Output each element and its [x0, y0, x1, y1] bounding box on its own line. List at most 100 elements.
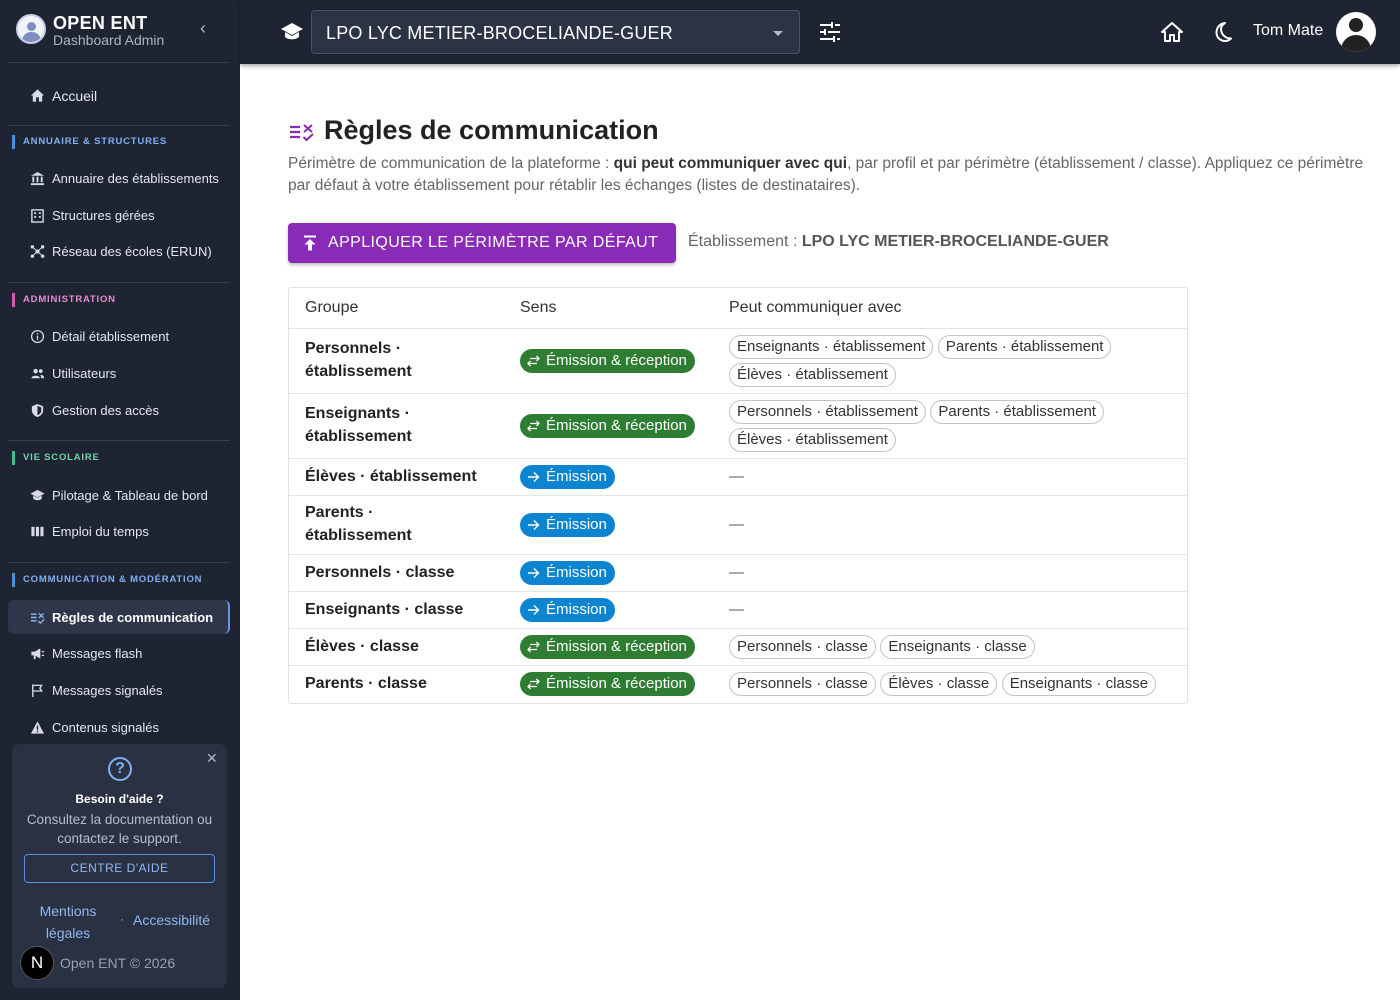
sidebar-item-pilotage[interactable]: Pilotage & Tableau de bord: [8, 478, 230, 512]
sens-badge: Émission: [520, 561, 615, 585]
collapse-sidebar-chevron-icon[interactable]: ‹: [200, 18, 214, 38]
help-text: Consultez la documentation ou contactez …: [26, 812, 213, 846]
sidebar-item-label: Réseau des écoles (ERUN): [52, 244, 212, 259]
arrow-right-icon: [528, 520, 540, 530]
calendar-icon: [31, 526, 44, 537]
divider: [8, 282, 230, 283]
flag-icon: [32, 684, 43, 698]
sidebar-item-label: Contenus signalés: [52, 720, 159, 735]
target-chip: Enseignants · établissement: [729, 335, 934, 359]
help-icon: ?: [108, 757, 132, 781]
target-chip: Parents · établissement: [937, 335, 1112, 359]
network-icon: [30, 245, 45, 258]
row-group: Parents · établissement: [305, 504, 412, 544]
sens-badge: Émission & réception: [520, 414, 695, 438]
table-row: Enseignants · établissement Émission & r…: [289, 393, 1187, 458]
users-icon: [31, 368, 45, 379]
apply-default-perimeter-button[interactable]: APPLIQUER LE PÉRIMÈTRE PAR DÉFAUT: [288, 223, 676, 263]
sidebar-item-label: Emploi du temps: [52, 524, 149, 539]
swap-icon: [527, 355, 540, 367]
brand: OPEN ENT Dashboard Admin ‹: [0, 0, 240, 62]
target-chip: Parents · établissement: [930, 400, 1104, 424]
sens-badge-label: Émission: [546, 516, 607, 533]
arrow-right-icon: [528, 472, 540, 482]
home-icon: [30, 89, 45, 102]
sidebar-item-messages-flash[interactable]: Messages flash: [8, 636, 230, 670]
target-chip: Personnels · classe: [729, 672, 876, 696]
page-intro: Périmètre de communication de la platefo…: [288, 153, 1368, 197]
sens-badge: Émission & réception: [520, 635, 695, 659]
link-separator: ·: [120, 912, 124, 926]
user-name[interactable]: Tom Mate: [1253, 22, 1323, 40]
column-header-groupe: Groupe: [305, 299, 359, 316]
sidebar-item-emploi-du-temps[interactable]: Emploi du temps: [8, 514, 230, 548]
intro-emphasis: qui peut communiquer avec qui: [613, 155, 848, 172]
establishment-label: Établissement : LPO LYC METIER-BROCELIAN…: [688, 233, 1109, 251]
row-group: Personnels · classe: [305, 564, 455, 581]
establishment-name: LPO LYC METIER-BROCELIANDE-GUER: [801, 233, 1109, 250]
upload-icon: [304, 235, 316, 251]
empty-targets: —: [729, 601, 744, 618]
home-icon[interactable]: [1160, 20, 1184, 44]
sens-badge-label: Émission & réception: [546, 352, 687, 369]
target-chip: Élèves · établissement: [729, 428, 896, 452]
help-center-button[interactable]: CENTRE D'AIDE: [24, 854, 215, 883]
targets-list: Personnels · établissement Parents · éta…: [729, 400, 1169, 456]
table-row: Personnels · classe Émission —: [289, 554, 1187, 591]
moon-icon[interactable]: [1210, 20, 1234, 44]
column-header-targets: Peut communiquer avec: [729, 299, 902, 316]
targets-list: Personnels · classe Enseignants · classe: [729, 635, 1169, 663]
arrow-right-icon: [528, 568, 540, 578]
sidebar-item-messages-signales[interactable]: Messages signalés: [8, 673, 230, 707]
target-chip: Personnels · établissement: [729, 400, 926, 424]
sidebar-item-structures[interactable]: Structures gérées: [8, 198, 230, 232]
table-row: Parents · établissement Émission —: [289, 495, 1187, 554]
rules-icon: [30, 612, 45, 625]
close-icon[interactable]: ✕: [206, 750, 218, 767]
section-vie-scolaire: VIE SCOLAIRE: [12, 451, 100, 465]
sidebar-item-gestion-acces[interactable]: Gestion des accès: [8, 393, 230, 427]
building-icon: [30, 171, 45, 186]
establishment-select[interactable]: LPO LYC METIER-BROCELIANDE-GUER: [311, 10, 800, 54]
brand-title: OPEN ENT: [53, 13, 148, 33]
info-icon: [30, 329, 45, 344]
sidebar-item-label: Détail établissement: [52, 329, 170, 344]
row-group: Enseignants · établissement: [305, 405, 412, 445]
empty-targets: —: [729, 516, 744, 533]
sidebar-item-label: Messages signalés: [52, 683, 163, 698]
sidebar-item-label: Annuaire des établissements: [52, 171, 219, 186]
section-administration: ADMINISTRATION: [12, 293, 116, 307]
divider: [8, 562, 230, 563]
intro-text: Périmètre de communication de la platefo…: [288, 155, 614, 172]
sidebar-item-label: Structures gérées: [52, 208, 155, 223]
target-chip: Enseignants · classe: [1001, 672, 1157, 696]
swap-icon: [527, 420, 540, 432]
row-group: Parents · classe: [305, 675, 427, 692]
targets-list: Personnels · classe Élèves · classe Ense…: [729, 672, 1169, 700]
sidebar-item-detail-etablissement[interactable]: Détail établissement: [8, 319, 230, 353]
brand-subtitle: Dashboard Admin: [53, 32, 165, 48]
legal-link[interactable]: Mentions légales: [34, 900, 102, 944]
accessibility-link[interactable]: Accessibilité: [133, 912, 210, 928]
sidebar-item-regles-communication[interactable]: Règles de communication: [8, 600, 230, 634]
sidebar-item-label: Règles de communication: [52, 610, 214, 625]
user-avatar-icon[interactable]: [1336, 12, 1376, 52]
sens-badge-label: Émission: [546, 601, 607, 618]
sidebar-item-contenus-signales[interactable]: Contenus signalés: [8, 710, 230, 744]
tune-icon[interactable]: [818, 20, 842, 44]
sidebar-item-utilisateurs[interactable]: Utilisateurs: [8, 356, 230, 390]
school-icon: [281, 23, 303, 40]
sidebar-item-reseau[interactable]: Réseau des écoles (ERUN): [8, 234, 230, 268]
sens-badge-label: Émission & réception: [546, 675, 687, 692]
sidebar-item-annuaire[interactable]: Annuaire des établissements: [8, 161, 230, 195]
sidebar-item-accueil[interactable]: Accueil: [8, 78, 230, 112]
section-communication: COMMUNICATION & MODÉRATION: [12, 573, 202, 587]
sens-badge-label: Émission & réception: [546, 638, 687, 655]
establishment-select-value: LPO LYC METIER-BROCELIANDE-GUER: [326, 23, 673, 43]
sidebar-item-label: Gestion des accès: [52, 403, 159, 418]
row-group: Enseignants · classe: [305, 601, 464, 618]
target-chip: Personnels · classe: [729, 635, 876, 659]
swap-icon: [527, 641, 540, 653]
sens-badge-label: Émission: [546, 468, 607, 485]
chevron-down-icon: [773, 31, 783, 36]
